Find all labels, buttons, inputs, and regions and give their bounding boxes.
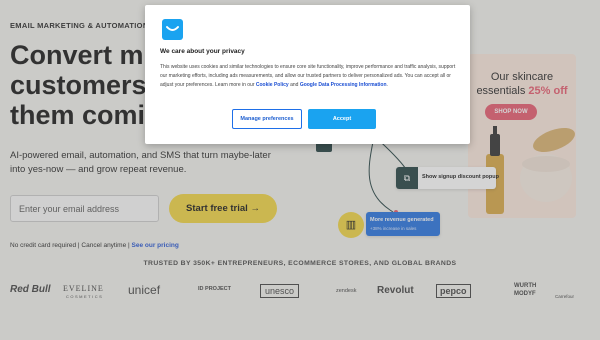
accept-button[interactable]: Accept — [308, 109, 376, 129]
google-data-processing-link[interactable]: Google Data Processing Information — [300, 82, 387, 88]
dialog-body-and: and — [288, 82, 300, 88]
dialog-title: We care about your privacy — [160, 48, 245, 55]
getresponse-logo-icon — [162, 19, 183, 40]
cookie-consent-dialog: We care about your privacy This website … — [145, 5, 470, 144]
dialog-body-period: . — [386, 82, 388, 88]
manage-preferences-button[interactable]: Manage preferences — [232, 109, 302, 129]
cookie-policy-link[interactable]: Cookie Policy — [256, 82, 289, 88]
landing-page: EMAIL MARKETING & AUTOMATION PL Convert … — [0, 0, 600, 340]
dialog-body: This website uses cookies and similar te… — [160, 63, 458, 90]
